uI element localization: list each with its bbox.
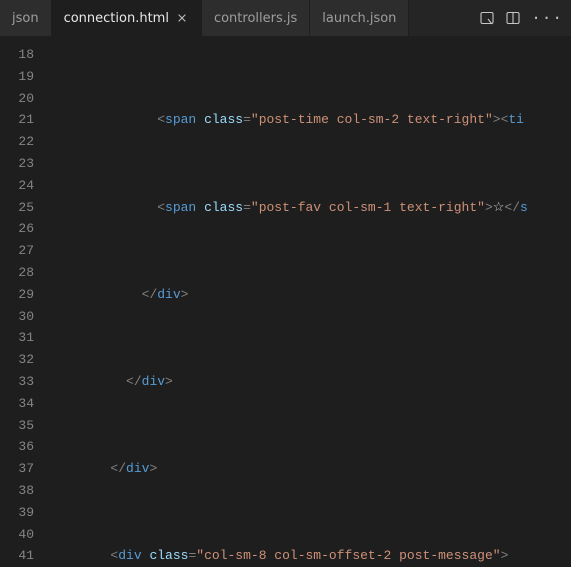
line-number: 34: [0, 393, 34, 415]
line-number: 29: [0, 284, 34, 306]
more-actions-icon[interactable]: ···: [531, 9, 563, 27]
code-line: <span class="post-fav col-sm-1 text-righ…: [48, 197, 571, 219]
code-line: <div class="col-sm-8 col-sm-offset-2 pos…: [48, 545, 571, 562]
tab-label: controllers.js: [214, 11, 297, 26]
tab-actions: ···: [471, 0, 571, 36]
tab-connection-html[interactable]: connection.html: [52, 0, 202, 36]
split-editor-icon[interactable]: [505, 10, 521, 26]
code-line: </div>: [48, 458, 571, 480]
line-number: 31: [0, 327, 34, 349]
line-number: 26: [0, 218, 34, 240]
line-number: 25: [0, 197, 34, 219]
line-number: 28: [0, 262, 34, 284]
line-number: 40: [0, 524, 34, 546]
line-number: 22: [0, 131, 34, 153]
line-number: 41: [0, 545, 34, 567]
line-number: 36: [0, 436, 34, 458]
code-line: <span class="post-time col-sm-2 text-rig…: [48, 109, 571, 131]
code-line: </div>: [48, 284, 571, 306]
tab-label: launch.json: [322, 11, 396, 26]
tab-launch-json[interactable]: launch.json: [310, 0, 409, 36]
line-number-gutter: 18 19 20 21 22 23 24 25 26 27 28 29 30 3…: [0, 36, 48, 562]
line-number: 18: [0, 44, 34, 66]
line-number: 23: [0, 153, 34, 175]
code-editor[interactable]: 18 19 20 21 22 23 24 25 26 27 28 29 30 3…: [0, 36, 571, 562]
line-number: 20: [0, 88, 34, 110]
line-number: 35: [0, 415, 34, 437]
line-number: 21: [0, 109, 34, 131]
line-number: 32: [0, 349, 34, 371]
editor-tabs-bar: json connection.html controllers.js laun…: [0, 0, 571, 36]
tab-label: json: [12, 11, 39, 26]
line-number: 33: [0, 371, 34, 393]
line-number: 39: [0, 502, 34, 524]
line-number: 27: [0, 240, 34, 262]
close-icon[interactable]: [175, 11, 189, 25]
tab-controllers-js[interactable]: controllers.js: [202, 0, 310, 36]
tab-label: connection.html: [64, 11, 169, 26]
code-line: </div>: [48, 371, 571, 393]
line-number: 38: [0, 480, 34, 502]
line-number: 19: [0, 66, 34, 88]
line-number: 30: [0, 306, 34, 328]
line-number: 37: [0, 458, 34, 480]
preview-icon[interactable]: [479, 10, 495, 26]
code-content[interactable]: <span class="post-time col-sm-2 text-rig…: [48, 36, 571, 562]
line-number: 24: [0, 175, 34, 197]
tab-json-partial[interactable]: json: [0, 0, 52, 36]
